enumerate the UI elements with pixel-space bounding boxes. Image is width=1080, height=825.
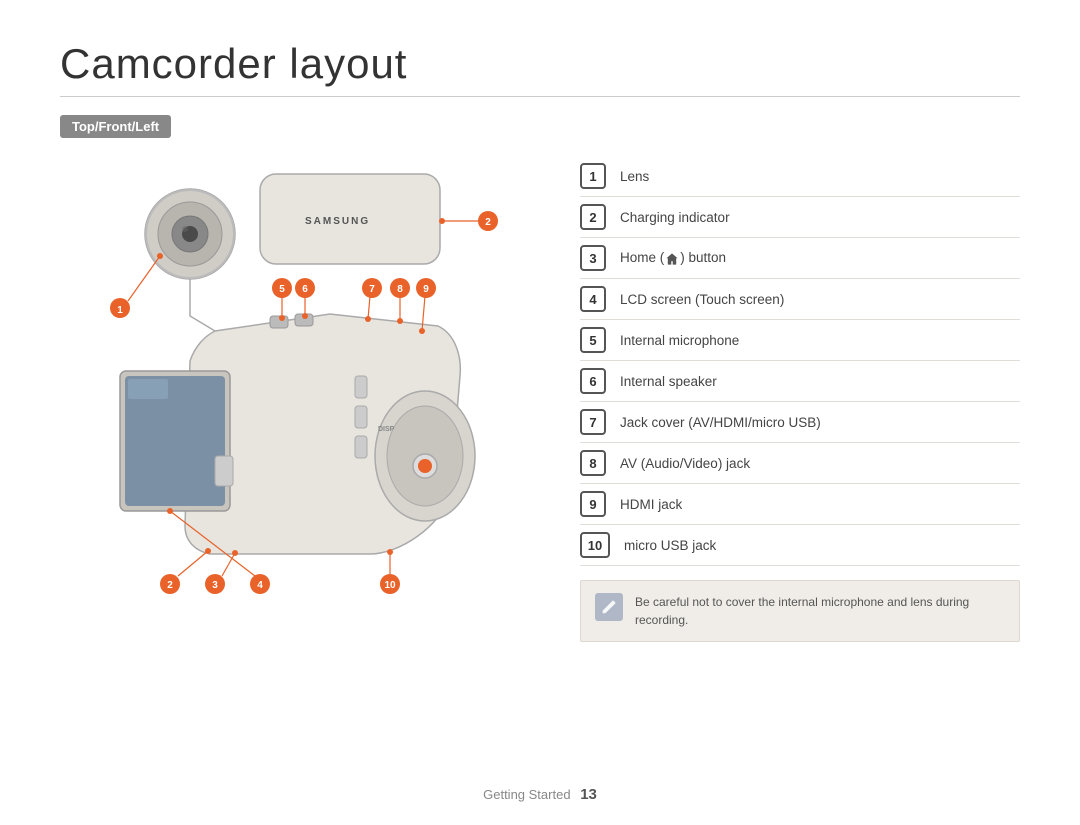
svg-text:6: 6 (302, 284, 308, 295)
parts-list-row: 9 HDMI jack (580, 484, 1020, 525)
part-label-5: Internal microphone (620, 333, 739, 348)
part-number-7: 7 (580, 409, 606, 435)
part-number-2: 2 (580, 204, 606, 230)
parts-list-row: 1 Lens (580, 156, 1020, 197)
part-number-4: 4 (580, 286, 606, 312)
note-box: Be careful not to cover the internal mic… (580, 580, 1020, 642)
part-number-8: 8 (580, 450, 606, 476)
svg-text:SAMSUNG: SAMSUNG (305, 216, 370, 227)
svg-text:DISP: DISP (378, 426, 395, 433)
svg-text:2: 2 (485, 217, 491, 228)
svg-text:5: 5 (279, 284, 285, 295)
camcorder-svg: SAMSUNG 2 (60, 156, 520, 636)
page-footer: Getting Started 13 (0, 786, 1080, 803)
part-label-1: Lens (620, 169, 649, 184)
part-number-5: 5 (580, 327, 606, 353)
camcorder-diagram: SAMSUNG 2 (60, 156, 520, 636)
part-label-10: micro USB jack (624, 538, 716, 553)
part-number-6: 6 (580, 368, 606, 394)
part-number-10: 10 (580, 532, 610, 558)
footer-text: Getting Started (483, 787, 570, 802)
parts-list-row: 7 Jack cover (AV/HDMI/micro USB) (580, 402, 1020, 443)
svg-text:1: 1 (117, 305, 123, 316)
part-label-3: Home () button (620, 250, 726, 265)
parts-list-row: 3 Home () button (580, 238, 1020, 279)
page: Camcorder layout Top/Front/Left SAMSUNG (0, 0, 1080, 825)
part-label-4: LCD screen (Touch screen) (620, 292, 784, 307)
parts-list-row: 5 Internal microphone (580, 320, 1020, 361)
diagram-area: SAMSUNG 2 (60, 156, 550, 642)
note-text: Be careful not to cover the internal mic… (635, 593, 1005, 629)
parts-list-row: 10 micro USB jack (580, 525, 1020, 566)
part-label-8: AV (Audio/Video) jack (620, 456, 750, 471)
parts-container: 1 Lens 2 Charging indicator 3 Home () button 4… (580, 156, 1020, 566)
part-label-6: Internal speaker (620, 374, 717, 389)
svg-text:2: 2 (167, 580, 173, 591)
svg-text:7: 7 (369, 284, 375, 295)
part-label-9: HDMI jack (620, 497, 682, 512)
title-divider (60, 96, 1020, 97)
part-label-2: Charging indicator (620, 210, 730, 225)
svg-text:10: 10 (384, 580, 396, 591)
svg-text:4: 4 (257, 580, 263, 591)
parts-list-row: 2 Charging indicator (580, 197, 1020, 238)
page-title: Camcorder layout (60, 40, 1020, 88)
page-number: 13 (580, 786, 597, 803)
part-label-7: Jack cover (AV/HDMI/micro USB) (620, 415, 821, 430)
part-number-1: 1 (580, 163, 606, 189)
part-number-3: 3 (580, 245, 606, 271)
parts-list-row: 6 Internal speaker (580, 361, 1020, 402)
parts-list-row: 8 AV (Audio/Video) jack (580, 443, 1020, 484)
section-badge: Top/Front/Left (60, 115, 171, 138)
parts-list-row: 4 LCD screen (Touch screen) (580, 279, 1020, 320)
svg-text:8: 8 (397, 284, 403, 295)
parts-list: 1 Lens 2 Charging indicator 3 Home () button 4… (550, 156, 1020, 642)
pencil-icon (600, 598, 618, 616)
part-number-9: 9 (580, 491, 606, 517)
note-icon (595, 593, 623, 621)
svg-text:9: 9 (423, 284, 429, 295)
main-content: SAMSUNG 2 (60, 156, 1020, 642)
svg-text:3: 3 (212, 580, 218, 591)
